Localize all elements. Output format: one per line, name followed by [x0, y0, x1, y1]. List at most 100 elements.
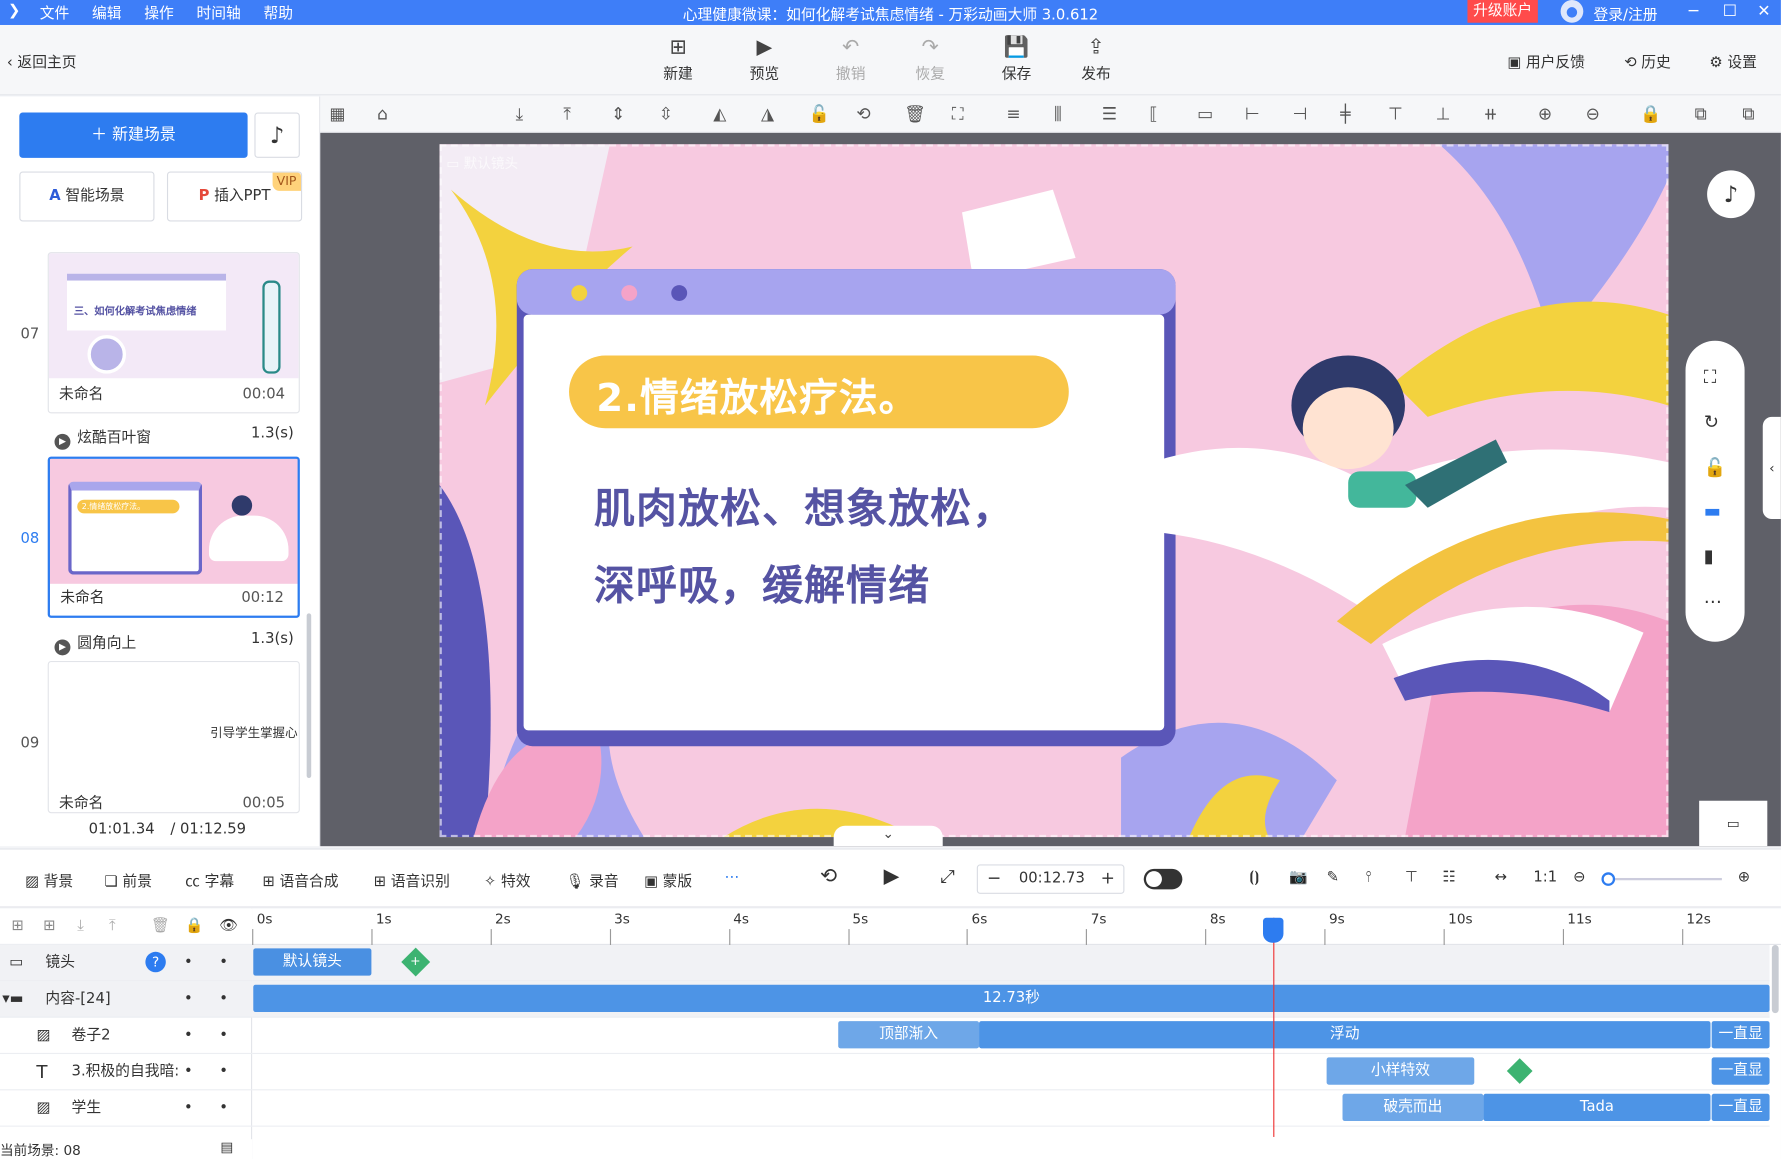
phone-icon[interactable]: ▮: [1704, 545, 1714, 567]
settings-link[interactable]: ⚙ 设置: [1709, 50, 1756, 72]
more-options-icon[interactable]: ⋯: [725, 869, 740, 886]
zoom-out-icon[interactable]: ⊖: [1573, 869, 1585, 886]
rotate-icon[interactable]: ↻: [1704, 411, 1719, 433]
record-button[interactable]: 🎙 录音: [566, 869, 619, 890]
feedback-link[interactable]: ▣ 用户反馈: [1507, 50, 1585, 72]
publish-button[interactable]: ⇪ 发布: [1064, 34, 1128, 83]
float-animation-block[interactable]: 浮动: [979, 1021, 1711, 1049]
time-stepper[interactable]: − 00:12.73 +: [976, 864, 1125, 894]
align-bottom-icon[interactable]: ⤓: [516, 103, 524, 123]
eye-icon[interactable]: 👁: [219, 909, 238, 944]
plus-icon[interactable]: +: [1101, 868, 1115, 888]
lock-icon[interactable]: 🔒: [185, 909, 203, 944]
scene-panel-scrollbar[interactable]: [306, 613, 312, 779]
transition-item[interactable]: ▶ 圆角向上 1.3(s): [54, 630, 294, 656]
timeline-scrollbar[interactable]: [1771, 944, 1779, 1014]
track-student[interactable]: ▨ 学生 • •: [0, 1090, 253, 1127]
paste-icon[interactable]: ⧉: [1742, 103, 1754, 123]
track-content-folder[interactable]: ▾▬ 内容-[24] • •: [0, 981, 253, 1018]
dot-icon[interactable]: •: [184, 1090, 193, 1125]
move-up-icon[interactable]: ⤒: [109, 909, 116, 944]
preview-button[interactable]: ▶ 预览: [733, 34, 797, 83]
effect-block[interactable]: 小样特效: [1326, 1057, 1475, 1085]
copy-icon[interactable]: ⧉: [1695, 103, 1707, 123]
scene-canvas[interactable]: ▭ 默认镜头 2.情绪放松疗法。 肌肉放松、想象放松， 深呼吸，缓解情绪: [439, 144, 1669, 838]
always-show-block[interactable]: 一直显: [1711, 1093, 1770, 1122]
dot-icon[interactable]: •: [219, 981, 228, 1016]
menu-file[interactable]: 文件: [40, 1, 70, 23]
flip-horizontal-icon[interactable]: ◭: [713, 103, 726, 123]
center-icon[interactable]: ╪: [1340, 103, 1350, 123]
dot-icon[interactable]: •: [219, 1090, 228, 1125]
flip-vertical-icon[interactable]: ◮: [761, 103, 774, 123]
scene-thumb-09[interactable]: 引导学生掌握心 未命名 00:05: [47, 661, 300, 814]
filter-icon[interactable]: ⊤: [1405, 869, 1418, 886]
enter-animation-block[interactable]: 顶部渐入: [838, 1021, 980, 1049]
new-scene-button[interactable]: ＋ 新建场景: [19, 112, 248, 158]
background-button[interactable]: ▨ 背景: [25, 869, 73, 890]
tada-animation-block[interactable]: Tada: [1483, 1093, 1711, 1122]
transition-item[interactable]: ▶ 炫酷百叶窗 1.3(s): [54, 425, 294, 450]
collapse-arrow-icon[interactable]: ⌄: [833, 825, 943, 847]
thumbnail-toggle-icon[interactable]: ▭: [1699, 800, 1768, 847]
user-avatar-icon[interactable]: ●: [1560, 0, 1584, 23]
music-note-icon[interactable]: ♪: [1707, 170, 1755, 219]
track-juanzi[interactable]: ▨ 卷子2 • •: [0, 1018, 253, 1055]
undo-button[interactable]: ↶ 撤销: [819, 34, 883, 83]
add-keyframe-icon[interactable]: [1506, 1058, 1533, 1084]
save-button[interactable]: 💾 保存: [985, 34, 1049, 83]
fit-width-icon[interactable]: ↔: [1495, 869, 1507, 886]
history-link[interactable]: ⟲ 历史: [1624, 50, 1671, 72]
add-folder-icon[interactable]: ⊞: [11, 909, 23, 944]
smart-scene-button[interactable]: A 智能场景: [19, 171, 155, 222]
enter-animation-block[interactable]: 破壳而出: [1342, 1093, 1484, 1122]
delete-icon[interactable]: 🗑: [904, 103, 926, 123]
zoom-in-icon[interactable]: ⊕: [1738, 869, 1750, 886]
align-left-icon[interactable]: ⊢: [1245, 103, 1260, 123]
align-right-icon[interactable]: ⊣: [1293, 103, 1308, 123]
minimize-icon[interactable]: ─: [1679, 0, 1709, 25]
replay-icon[interactable]: ⟲: [820, 864, 837, 888]
split-icon[interactable]: ⫯: [1365, 869, 1371, 886]
ruler-icon[interactable]: ▦: [329, 103, 345, 123]
play-icon[interactable]: ▶: [884, 864, 900, 888]
new-folder-icon[interactable]: ⊞: [43, 909, 55, 944]
lock-icon[interactable]: 🔓: [809, 103, 830, 123]
dot-icon[interactable]: •: [184, 1054, 193, 1089]
dot-icon[interactable]: •: [184, 981, 193, 1016]
expand-panel-icon[interactable]: ‹: [1762, 416, 1781, 520]
spacing-h-icon[interactable]: ▭: [1197, 103, 1213, 123]
middle-icon[interactable]: ⧺: [1483, 103, 1497, 123]
back-home-link[interactable]: ‹ 返回主页: [7, 50, 77, 72]
menu-timeline[interactable]: 时间轴: [196, 1, 240, 23]
rotate-icon[interactable]: ⟲: [856, 103, 870, 123]
always-show-block[interactable]: 一直显: [1711, 1057, 1770, 1085]
book-icon[interactable]: ▤: [220, 1139, 233, 1155]
camera-block[interactable]: 默认镜头: [253, 948, 372, 976]
mask-button[interactable]: ▣ 蒙版: [644, 869, 692, 890]
edit-icon[interactable]: ✎: [1327, 869, 1339, 886]
fit-screen-icon[interactable]: ⛶: [1704, 366, 1717, 389]
time-input[interactable]: 00:12.73: [1019, 870, 1085, 887]
music-note-icon[interactable]: ♪: [254, 112, 300, 158]
crop-icon[interactable]: ⛶: [952, 103, 964, 123]
menu-operate[interactable]: 操作: [144, 1, 174, 23]
scene-thumb-08[interactable]: 2.情绪放松疗法。 未命名 00:12: [47, 456, 300, 618]
zoom-slider[interactable]: [1601, 872, 1722, 886]
time-ruler[interactable]: 0s 1s 2s 3s 4s 5s 6s 7s 8s 9s 10s 11s 12s: [252, 908, 1781, 945]
asr-button[interactable]: ⊞ 语音识别: [374, 869, 450, 890]
lock-closed-icon[interactable]: 🔒: [1640, 103, 1661, 123]
add-keyframe-icon[interactable]: +: [401, 947, 431, 977]
screen-icon[interactable]: ▬: [1704, 500, 1721, 522]
track-text[interactable]: T 3.积极的自我暗: • •: [0, 1054, 253, 1091]
scene-thumb-07[interactable]: 三、如何化解考试焦虑情绪 未命名 00:04: [47, 252, 300, 414]
menu-edit[interactable]: 编辑: [92, 1, 122, 23]
help-icon[interactable]: ?: [145, 951, 166, 973]
minus-icon[interactable]: −: [987, 868, 1001, 888]
redo-button[interactable]: ↷ 恢复: [898, 34, 962, 83]
home-icon[interactable]: ⌂: [377, 103, 388, 123]
align-text-icon[interactable]: ☰: [1102, 103, 1117, 123]
zoom-in-icon[interactable]: ⊕: [1538, 103, 1552, 123]
bracket-icon[interactable]: ⦗⦘: [1249, 869, 1259, 886]
insert-ppt-button[interactable]: P 插入PPT VIP: [166, 171, 303, 222]
